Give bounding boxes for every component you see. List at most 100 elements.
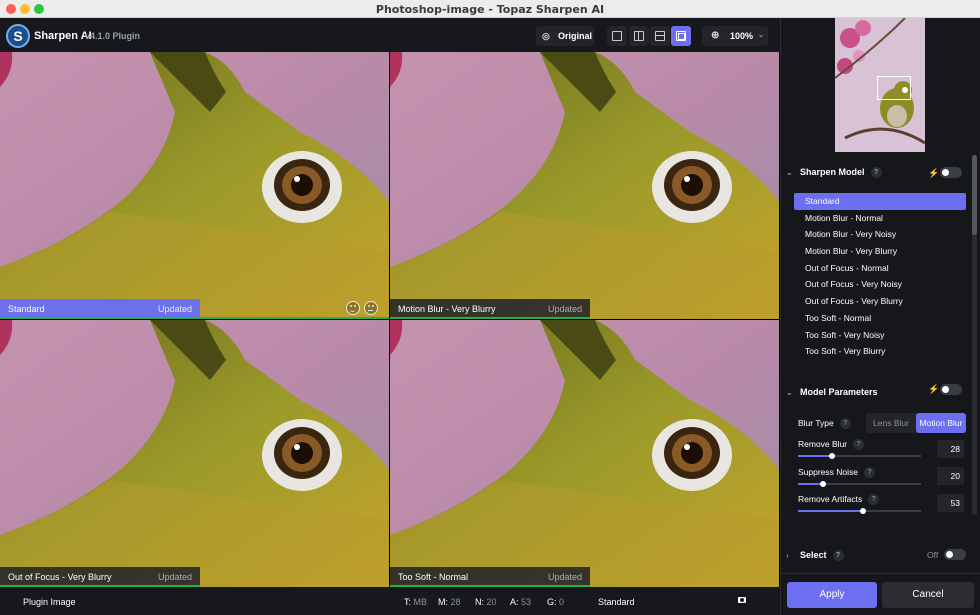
- model-parameters-title: Model Parameters: [800, 387, 878, 397]
- apply-button[interactable]: Apply: [787, 582, 877, 608]
- stat-n: N: 20: [475, 597, 497, 607]
- original-button-label: Original: [558, 31, 593, 41]
- bird-closeup-image: [390, 320, 779, 587]
- preview-pane[interactable]: Out of Focus - Very Blurry Updated: [0, 320, 389, 587]
- single-view-button[interactable]: [607, 26, 627, 46]
- help-icon[interactable]: ?: [868, 494, 880, 506]
- chevron-down-icon: ⌄: [758, 32, 764, 39]
- suppress-noise-value[interactable]: 20: [937, 467, 964, 485]
- status-source-label: Plugin Image: [23, 597, 76, 607]
- slider-knob[interactable]: [819, 481, 826, 487]
- help-icon[interactable]: ?: [839, 418, 851, 430]
- preview-status: Updated: [157, 304, 192, 314]
- select-header[interactable]: › Select?: [786, 550, 844, 562]
- window-title: Photoshop-image - Topaz Sharpen AI: [375, 3, 605, 16]
- app-version: v4.1.0 Plugin: [85, 31, 141, 41]
- navigator-viewport-box[interactable]: [877, 76, 911, 100]
- model-option-too-soft-very-noisy[interactable]: Too Soft - Very Noisy: [794, 327, 966, 344]
- quad-view-button[interactable]: [671, 26, 691, 46]
- model-option-motion-blur-very-blurry[interactable]: Motion Blur - Very Blurry: [794, 243, 966, 260]
- smile-face-icon[interactable]: [346, 301, 360, 315]
- model-option-standard[interactable]: Standard: [794, 193, 966, 210]
- stat-a: A: 53: [510, 597, 532, 607]
- neutral-face-icon[interactable]: [364, 301, 378, 315]
- preview-status: Updated: [547, 572, 582, 582]
- chevron-down-icon: ⌄: [786, 388, 793, 397]
- status-bar: Plugin Image T: MB M: 28 N: 20 A: 53 G: …: [0, 587, 780, 615]
- zoom-dropdown[interactable]: ⊕ 100% ⌄: [702, 26, 768, 46]
- remove-artifacts-label: Remove Artifacts?: [798, 494, 880, 506]
- panel-scrollbar[interactable]: [972, 155, 977, 515]
- sharpen-model-list: Standard Motion Blur - Normal Motion Blu…: [794, 193, 966, 360]
- app-logo-icon: S: [6, 24, 30, 48]
- model-option-out-of-focus-normal[interactable]: Out of Focus - Normal: [794, 260, 966, 277]
- help-icon[interactable]: ?: [864, 467, 876, 479]
- zoom-level: 100%: [730, 31, 754, 41]
- preview-progress-bar: [0, 317, 389, 319]
- preview-progress-bar: [390, 317, 590, 319]
- preview-label-bar[interactable]: Too Soft - Normal Updated: [390, 567, 590, 587]
- preview-label-bar[interactable]: Motion Blur - Very Blurry Updated: [390, 299, 590, 319]
- preview-model-name: Too Soft - Normal: [398, 572, 469, 582]
- bird-closeup-image: [0, 320, 389, 587]
- split-view-icon: [634, 31, 644, 41]
- preview-pane[interactable]: Standard Updated: [0, 52, 389, 319]
- remove-blur-value[interactable]: 28: [937, 440, 964, 458]
- split-view-button[interactable]: [629, 26, 649, 46]
- remove-blur-slider[interactable]: [798, 453, 921, 459]
- select-toggle[interactable]: [944, 549, 966, 560]
- preview-pane[interactable]: Motion Blur - Very Blurry Updated: [390, 52, 779, 319]
- model-option-motion-blur-normal[interactable]: Motion Blur - Normal: [794, 210, 966, 227]
- bird-closeup-image: [390, 52, 779, 319]
- original-button[interactable]: ◎ Original: [536, 26, 594, 46]
- bolt-icon: ⚡: [928, 168, 940, 178]
- chevron-right-icon: ›: [786, 551, 789, 560]
- scrollbar-thumb[interactable]: [972, 155, 977, 235]
- preview-status: Updated: [157, 572, 192, 582]
- model-option-too-soft-normal[interactable]: Too Soft - Normal: [794, 310, 966, 327]
- model-option-too-soft-very-blurry[interactable]: Too Soft - Very Blurry: [794, 343, 966, 360]
- lens-blur-option[interactable]: Lens Blur: [866, 413, 916, 433]
- preview-label-bar[interactable]: Out of Focus - Very Blurry Updated: [0, 567, 200, 587]
- side-by-side-view-button[interactable]: [650, 26, 670, 46]
- preview-status: Updated: [547, 304, 582, 314]
- model-parameters-toggle[interactable]: [940, 384, 962, 395]
- stat-g: G: 0: [547, 597, 565, 607]
- help-icon[interactable]: ?: [832, 550, 844, 562]
- remove-artifacts-slider[interactable]: [798, 508, 921, 514]
- quad-view-icon: [676, 31, 686, 41]
- stat-t: T: MB: [404, 597, 428, 607]
- model-option-out-of-focus-very-blurry[interactable]: Out of Focus - Very Blurry: [794, 293, 966, 310]
- title-bar: Photoshop-image - Topaz Sharpen AI: [0, 0, 980, 18]
- suppress-noise-slider[interactable]: [798, 481, 921, 487]
- motion-blur-option[interactable]: Motion Blur: [916, 413, 966, 433]
- model-option-motion-blur-very-noisy[interactable]: Motion Blur - Very Noisy: [794, 226, 966, 243]
- status-model: Standard: [598, 597, 635, 607]
- blur-type-selector: Lens Blur Motion Blur: [866, 413, 966, 433]
- camera-icon[interactable]: [738, 597, 746, 603]
- help-icon[interactable]: ?: [853, 439, 865, 451]
- preview-model-name: Motion Blur - Very Blurry: [398, 304, 496, 314]
- remove-blur-label: Remove Blur?: [798, 439, 865, 451]
- remove-artifacts-value[interactable]: 53: [937, 494, 964, 512]
- sharpen-model-header[interactable]: ⌄ Sharpen Model?: [786, 167, 882, 179]
- side-by-side-view-icon: [655, 31, 665, 41]
- chevron-down-icon: ⌄: [786, 168, 793, 177]
- model-option-out-of-focus-very-noisy[interactable]: Out of Focus - Very Noisy: [794, 276, 966, 293]
- bird-closeup-image: [0, 52, 389, 319]
- help-icon[interactable]: ?: [870, 167, 882, 179]
- model-parameters-header[interactable]: ⌄ Model Parameters: [786, 387, 878, 397]
- select-title: Select: [800, 550, 827, 560]
- bolt-icon: ⚡: [928, 384, 940, 394]
- cancel-button[interactable]: Cancel: [882, 582, 974, 608]
- navigator-thumbnail[interactable]: [835, 18, 925, 152]
- blur-type-label: Blur Type?: [798, 418, 851, 430]
- eye-slash-icon: ◎: [542, 31, 550, 41]
- preview-model-name: Out of Focus - Very Blurry: [8, 572, 112, 582]
- select-state: Off: [927, 550, 939, 560]
- sharpen-model-toggle[interactable]: [940, 167, 962, 178]
- panel-divider: [780, 573, 980, 574]
- preview-label-bar[interactable]: Standard Updated: [0, 299, 389, 319]
- app-window: Photoshop-image - Topaz Sharpen AI S Sha…: [0, 0, 980, 615]
- preview-pane[interactable]: Too Soft - Normal Updated: [390, 320, 779, 587]
